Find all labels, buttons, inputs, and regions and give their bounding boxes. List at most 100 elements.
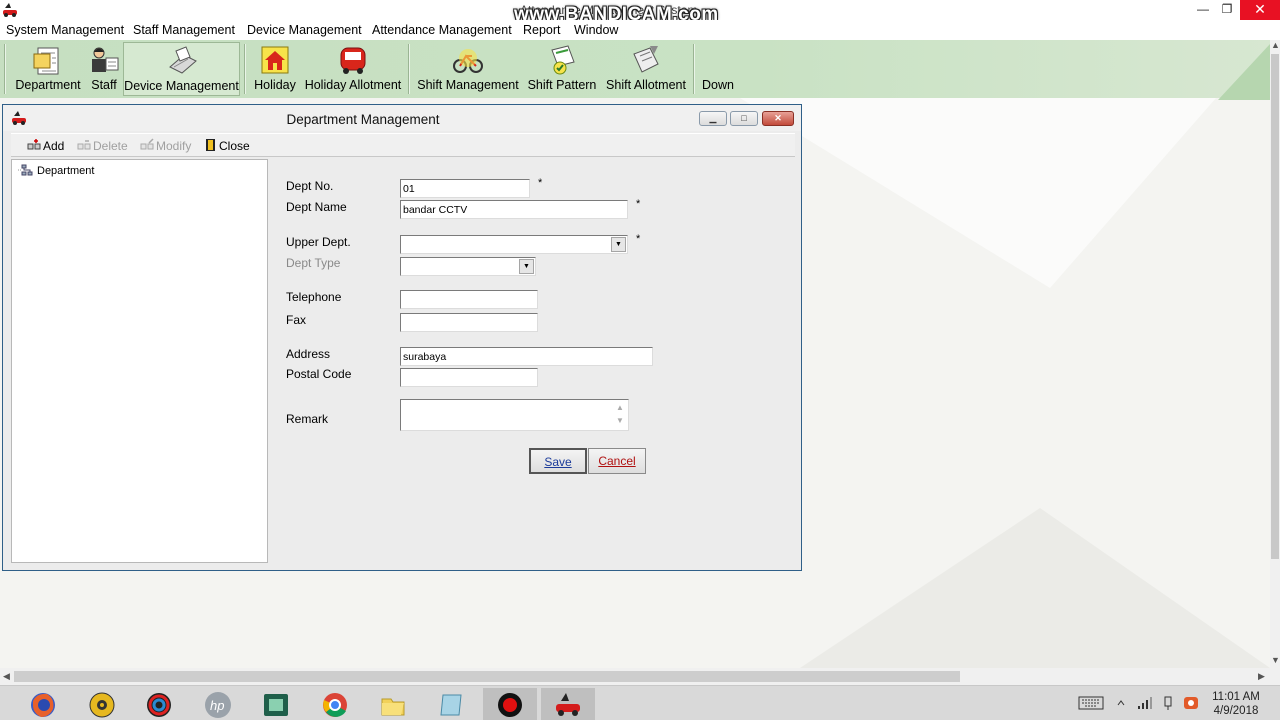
- toolbar-label: Department: [15, 78, 81, 92]
- security-alert-icon[interactable]: [1183, 696, 1199, 710]
- taskbar-notes[interactable]: [424, 688, 478, 720]
- department-form: Dept No. 01 * Dept Name bandar CCTV * Up…: [270, 159, 797, 563]
- required-marker: *: [538, 177, 543, 189]
- taskbar-file-explorer[interactable]: [366, 688, 420, 720]
- child-close-button[interactable]: ✕: [762, 111, 794, 126]
- toolbar-holiday-button[interactable]: Holiday: [252, 42, 298, 96]
- taskbar-color-app[interactable]: [132, 688, 186, 720]
- taskbar-media-player[interactable]: [75, 688, 129, 720]
- modify-button[interactable]: Modify: [140, 138, 191, 153]
- toolbar-department-button[interactable]: Department: [12, 42, 84, 96]
- remark-label: Remark: [286, 412, 329, 426]
- scroll-left-icon[interactable]: ◀: [3, 671, 10, 682]
- scroll-right-icon[interactable]: ▶: [1258, 671, 1265, 682]
- toolbar-holiday-allotment-button[interactable]: Holiday Allotment: [302, 42, 404, 96]
- color-app-icon: [147, 693, 171, 717]
- fax-field[interactable]: [400, 313, 538, 332]
- film-app-icon: [264, 694, 288, 716]
- chrome-icon: [323, 693, 347, 717]
- keyboard-icon[interactable]: [1078, 696, 1104, 710]
- address-field[interactable]: surabaya: [400, 347, 653, 366]
- add-icon: [27, 139, 41, 150]
- holiday-icon: [261, 46, 289, 74]
- dept-no-field[interactable]: 01: [400, 179, 530, 198]
- menu-staff-management[interactable]: Staff Management: [133, 23, 235, 37]
- bandicam-record-icon: [498, 693, 522, 717]
- remark-field[interactable]: ▲ ▼: [400, 399, 629, 431]
- child-maximize-button[interactable]: □: [730, 111, 758, 126]
- horizontal-scrollbar[interactable]: ◀ ▶: [0, 668, 1280, 685]
- menu-system-management[interactable]: System Management: [6, 23, 124, 37]
- network-signal-icon[interactable]: [1137, 696, 1153, 710]
- device-management-icon: [168, 46, 197, 74]
- menu-device-management[interactable]: Device Management: [247, 23, 362, 37]
- holiday-allotment-icon: [340, 47, 366, 74]
- tree-node-department[interactable]: Department: [18, 164, 94, 177]
- toolbar-device-management-button[interactable]: Device Management: [123, 42, 240, 96]
- main-toolbar: Department Staff Device Management Holid…: [0, 40, 1270, 98]
- hp-icon: hp: [205, 692, 231, 718]
- add-button[interactable]: Add: [27, 138, 64, 153]
- menu-report[interactable]: Report: [523, 23, 561, 37]
- shift-pattern-icon: [551, 45, 575, 75]
- org-chart-icon: [18, 164, 33, 176]
- scroll-up-icon[interactable]: ▲: [1271, 40, 1280, 50]
- toolbar-download-button[interactable]: Down: [700, 42, 740, 96]
- menu-window[interactable]: Window: [574, 23, 618, 37]
- telephone-field[interactable]: [400, 290, 538, 309]
- department-tree[interactable]: Department: [11, 159, 268, 563]
- dept-type-select[interactable]: ▼: [400, 257, 536, 276]
- close-toolbar-button[interactable]: Close: [203, 138, 250, 153]
- taskbar-chrome[interactable]: [308, 688, 362, 720]
- postal-code-field[interactable]: [400, 368, 538, 387]
- show-hidden-icons-icon[interactable]: [1116, 696, 1126, 710]
- chevron-down-icon[interactable]: ▼: [611, 237, 626, 252]
- vertical-scrollbar[interactable]: ▲ ▼: [1270, 40, 1280, 668]
- cancel-button[interactable]: Cancel: [588, 448, 646, 474]
- taskbar-bandicam[interactable]: [483, 688, 537, 720]
- toolbar-label: Staff: [91, 78, 117, 92]
- close-button[interactable]: ✕: [1240, 0, 1280, 20]
- chevron-down-icon[interactable]: ▼: [519, 259, 534, 274]
- memo-scroll-arrows-icon[interactable]: ▲ ▼: [613, 401, 627, 429]
- menu-attendance-management[interactable]: Attendance Management: [372, 23, 512, 37]
- staff-icon: [92, 47, 119, 72]
- scrollbar-thumb[interactable]: [14, 671, 960, 682]
- taskbar-film-app[interactable]: [249, 688, 303, 720]
- fax-label: Fax: [286, 313, 307, 327]
- scrollbar-thumb[interactable]: [1271, 54, 1279, 559]
- media-player-icon: [89, 692, 115, 718]
- toolbar-label: Shift Allotment: [606, 78, 686, 92]
- toolbar-staff-button[interactable]: Staff: [86, 42, 122, 96]
- department-icon: [33, 47, 59, 75]
- restore-button[interactable]: ❐: [1210, 0, 1244, 20]
- clock-time: 11:01 AM: [1212, 691, 1260, 703]
- taskbar-firefox[interactable]: [16, 688, 70, 720]
- power-plug-icon[interactable]: [1160, 696, 1176, 710]
- close-label: Close: [219, 139, 250, 153]
- system-clock[interactable]: 11:01 AM 4/9/2018: [1208, 690, 1264, 718]
- upper-dept-select[interactable]: ▼: [400, 235, 628, 254]
- toolbar-corner-decoration: [1218, 44, 1270, 100]
- save-button[interactable]: Save: [529, 448, 587, 474]
- telephone-label: Telephone: [286, 290, 342, 304]
- delete-button[interactable]: Delete: [77, 138, 128, 153]
- notes-icon: [440, 694, 462, 716]
- taskbar-hp[interactable]: hp: [191, 688, 245, 720]
- toolbar-label: Device Management: [124, 79, 239, 93]
- toolbar-shift-management-button[interactable]: Shift Management: [416, 42, 520, 96]
- child-minimize-button[interactable]: ▁: [699, 111, 727, 126]
- toolbar-shift-pattern-button[interactable]: Shift Pattern: [524, 42, 600, 96]
- address-label: Address: [286, 347, 331, 361]
- taskbar-attendance-app[interactable]: [541, 688, 595, 720]
- attendance-app-icon: [556, 693, 580, 716]
- modify-icon: [140, 138, 154, 150]
- app-icon: [3, 3, 17, 17]
- child-title-bar[interactable]: Department Management ▁ □ ✕: [3, 105, 801, 131]
- toolbar-shift-allotment-button[interactable]: Shift Allotment: [603, 42, 689, 96]
- scroll-down-icon[interactable]: ▼: [1271, 655, 1280, 665]
- dept-name-field[interactable]: bandar CCTV: [400, 200, 628, 219]
- postal-code-label: Postal Code: [286, 367, 352, 381]
- file-explorer-icon: [381, 698, 405, 716]
- toolbar-label: Holiday Allotment: [304, 78, 402, 92]
